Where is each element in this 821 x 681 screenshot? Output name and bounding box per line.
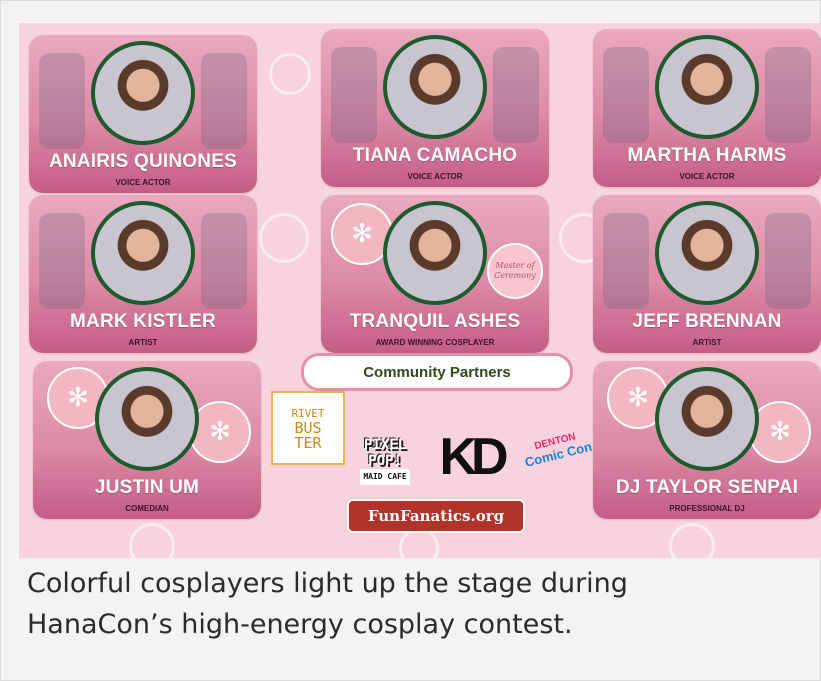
guest-portrait: [383, 201, 487, 305]
kd-logo: KD: [439, 428, 508, 486]
petal-decoration: [259, 213, 309, 263]
guest-role: ARTIST: [692, 338, 722, 347]
guest-name: MARK KISTLER: [70, 311, 216, 332]
guest-card-tiana: TIANA CAMACHO VOICE ACTOR: [321, 29, 549, 187]
guest-portrait: [655, 201, 759, 305]
rivet-buster-logo: RIVET BUS TER: [271, 391, 345, 465]
character-art: [39, 213, 85, 309]
pixel-pop-logo: PIXEL POP! MAID CAFE: [345, 431, 425, 491]
character-art: [603, 47, 649, 143]
guest-role: VOICE ACTOR: [407, 172, 463, 181]
guest-card-jeff: JEFF BRENNAN ARTIST: [593, 195, 821, 353]
guest-card-justin: ✻ ✻ JUSTIN UM COMEDIAN: [33, 361, 261, 519]
guest-card-martha: MARTHA HARMS VOICE ACTOR: [593, 29, 821, 187]
guest-name: DJ TAYLOR SENPAI: [615, 477, 799, 498]
guest-card-taylor: ✻ ✻ DJ TAYLOR SENPAI PROFESSIONAL DJ: [593, 361, 821, 519]
funfanatics-logo: FunFanatics.org: [347, 499, 525, 533]
character-art: [201, 53, 247, 149]
guest-role: ARTIST: [128, 338, 158, 347]
character-art: [493, 47, 539, 143]
guest-role: AWARD WINNING COSPLAYER: [375, 338, 495, 347]
guest-portrait: [91, 201, 195, 305]
character-art: [331, 47, 377, 143]
image-caption: Colorful cosplayers light up the stage d…: [27, 563, 787, 645]
guest-card-anairis: ANAIRIS QUINONES VOICE ACTOR: [29, 35, 257, 193]
character-art: [765, 47, 811, 143]
guest-role: VOICE ACTOR: [115, 178, 171, 187]
guest-portrait: [383, 35, 487, 139]
caption-line: Colorful cosplayers light up the stage d…: [27, 568, 628, 599]
guest-role: VOICE ACTOR: [679, 172, 735, 181]
guest-name: TRANQUIL ASHES: [349, 311, 521, 332]
guest-name: ANAIRIS QUINONES: [49, 151, 237, 172]
guest-card-mark: MARK KISTLER ARTIST: [29, 195, 257, 353]
guest-portrait: [95, 367, 199, 471]
community-partners-heading: Community Partners: [301, 353, 573, 391]
guest-role: PROFESSIONAL DJ: [669, 504, 745, 513]
character-art: [39, 53, 85, 149]
petal-decoration: [269, 53, 311, 95]
guest-role: COMEDIAN: [125, 504, 169, 513]
guest-name: TIANA CAMACHO: [352, 145, 518, 166]
guest-name: JEFF BRENNAN: [632, 311, 782, 332]
guest-name: MARTHA HARMS: [627, 145, 787, 166]
petal-decoration: [669, 523, 715, 558]
guest-portrait: [655, 35, 759, 139]
caption-line: HanaCon’s high-energy cosplay contest.: [27, 609, 573, 640]
petal-decoration: [129, 523, 175, 558]
event-poster-image: ANAIRIS QUINONES VOICE ACTOR TIANA CAMAC…: [19, 23, 821, 558]
character-art: [603, 213, 649, 309]
article-image-frame: ANAIRIS QUINONES VOICE ACTOR TIANA CAMAC…: [0, 0, 821, 681]
guest-portrait: [91, 41, 195, 145]
character-art: [765, 213, 811, 309]
guest-name: JUSTIN UM: [94, 477, 200, 498]
guest-portrait: [655, 367, 759, 471]
guest-card-tranquil: ✻ Master of Ceremony TRANQUIL ASHES AWAR…: [321, 195, 549, 353]
master-of-ceremony-badge: Master of Ceremony: [487, 243, 543, 299]
character-art: [201, 213, 247, 309]
